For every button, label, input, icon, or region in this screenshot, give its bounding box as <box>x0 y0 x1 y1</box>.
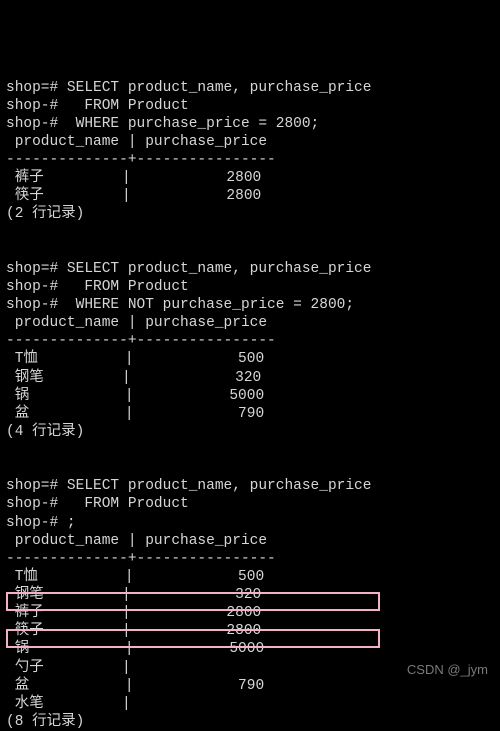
table-row: 裤子 | 2800 <box>6 170 261 186</box>
sql-line: shop-# FROM Product <box>6 98 189 114</box>
sql-line: shop-# WHERE purchase_price = 2800; <box>6 116 319 132</box>
table-row: 水笔 | <box>6 696 131 712</box>
table-sep: --------------+---------------- <box>6 551 276 567</box>
sql-line: shop=# SELECT product_name, purchase_pri… <box>6 80 371 96</box>
table-row: 勺子 | <box>6 660 131 676</box>
table-row: 锅 | 5000 <box>6 641 264 657</box>
table-row: 钢笔 | 320 <box>6 370 261 386</box>
table-row: 盆 | 790 <box>6 406 264 422</box>
sql-line: shop-# WHERE NOT purchase_price = 2800; <box>6 297 354 313</box>
table-header: product_name | purchase_price <box>6 315 267 331</box>
table-row: 筷子 | 2800 <box>6 623 261 639</box>
table-row: 钢笔 | 320 <box>6 587 261 603</box>
table-row: T恤 | 500 <box>6 351 264 367</box>
sql-line: shop-# ; <box>6 515 76 531</box>
table-row: 锅 | 5000 <box>6 388 264 404</box>
table-sep: --------------+---------------- <box>6 333 276 349</box>
table-row: T恤 | 500 <box>6 569 264 585</box>
row-count: (4 行记录) <box>6 424 84 440</box>
watermark: CSDN @_jym <box>407 662 488 678</box>
table-header: product_name | purchase_price <box>6 533 267 549</box>
sql-line: shop=# SELECT product_name, purchase_pri… <box>6 261 371 277</box>
row-count: (8 行记录) <box>6 714 84 730</box>
row-count: (2 行记录) <box>6 206 84 222</box>
sql-line: shop-# FROM Product <box>6 496 189 512</box>
table-row: 裤子 | 2800 <box>6 605 261 621</box>
sql-line: shop=# SELECT product_name, purchase_pri… <box>6 478 371 494</box>
table-header: product_name | purchase_price <box>6 134 267 150</box>
sql-line: shop-# FROM Product <box>6 279 189 295</box>
table-row: 筷子 | 2800 <box>6 188 261 204</box>
table-sep: --------------+---------------- <box>6 152 276 168</box>
